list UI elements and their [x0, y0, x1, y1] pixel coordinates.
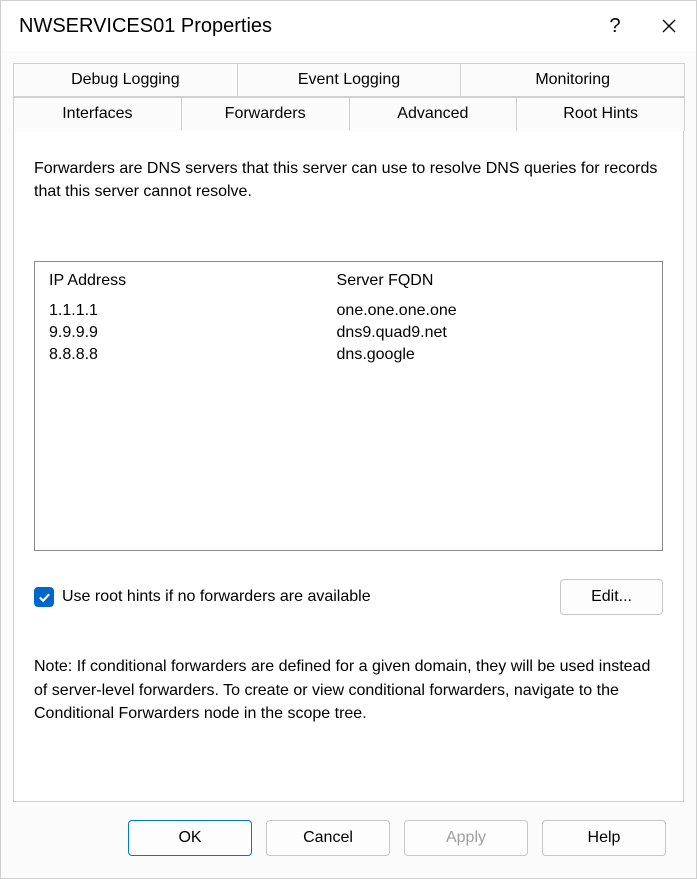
titlebar: NWSERVICES01 Properties ? [1, 1, 696, 51]
window-title: NWSERVICES01 Properties [19, 15, 588, 38]
tab-row-top: Debug Logging Event Logging Monitoring [13, 63, 684, 97]
cell-ip: 8.8.8.8 [49, 346, 337, 364]
cancel-button[interactable]: Cancel [266, 820, 390, 856]
cell-fqdn: dns9.quad9.net [337, 324, 648, 342]
help-icon[interactable]: ? [588, 1, 642, 51]
apply-button: Apply [404, 820, 528, 856]
tab-strip: Debug Logging Event Logging Monitoring I… [13, 63, 684, 131]
properties-window: NWSERVICES01 Properties ? Debug Logging … [0, 0, 697, 879]
ok-button[interactable]: OK [128, 820, 252, 856]
cell-fqdn: one.one.one.one [337, 302, 648, 320]
col-header-fqdn: Server FQDN [337, 272, 648, 290]
use-root-hints-row: Use root hints if no forwarders are avai… [34, 579, 663, 615]
tab-monitoring[interactable]: Monitoring [460, 63, 685, 97]
button-bar: OK Cancel Apply Help [13, 802, 684, 878]
tab-interfaces[interactable]: Interfaces [13, 97, 182, 131]
help-button[interactable]: Help [542, 820, 666, 856]
tab-forwarders[interactable]: Forwarders [181, 97, 350, 131]
tab-advanced[interactable]: Advanced [349, 97, 518, 131]
cell-fqdn: dns.google [337, 346, 648, 364]
edit-button[interactable]: Edit... [560, 579, 663, 615]
table-row[interactable]: 8.8.8.8 dns.google [49, 344, 648, 366]
forwarders-panel: Forwarders are DNS servers that this ser… [13, 131, 684, 802]
cell-ip: 1.1.1.1 [49, 302, 337, 320]
table-row[interactable]: 9.9.9.9 dns9.quad9.net [49, 322, 648, 344]
tab-event-logging[interactable]: Event Logging [237, 63, 462, 97]
panel-description: Forwarders are DNS servers that this ser… [34, 157, 663, 203]
forwarders-list[interactable]: IP Address Server FQDN 1.1.1.1 one.one.o… [34, 261, 663, 551]
tab-debug-logging[interactable]: Debug Logging [13, 63, 238, 97]
table-row[interactable]: 1.1.1.1 one.one.one.one [49, 300, 648, 322]
tab-root-hints[interactable]: Root Hints [516, 97, 685, 131]
close-icon[interactable] [642, 1, 696, 51]
col-header-ip: IP Address [49, 272, 337, 290]
cell-ip: 9.9.9.9 [49, 324, 337, 342]
list-header: IP Address Server FQDN [49, 272, 648, 290]
content: Debug Logging Event Logging Monitoring I… [1, 51, 696, 878]
tab-row-bottom: Interfaces Forwarders Advanced Root Hint… [13, 97, 684, 131]
use-root-hints-label: Use root hints if no forwarders are avai… [62, 588, 560, 606]
list-body: 1.1.1.1 one.one.one.one 9.9.9.9 dns9.qua… [49, 300, 648, 366]
use-root-hints-checkbox[interactable] [34, 587, 54, 607]
panel-note: Note: If conditional forwarders are defi… [34, 655, 663, 725]
